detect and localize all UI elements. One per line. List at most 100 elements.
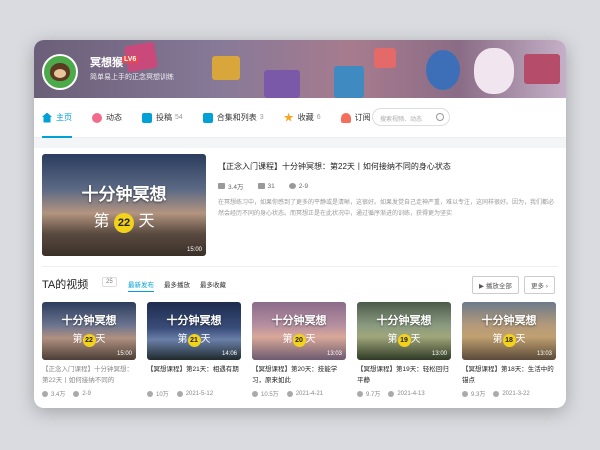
publish-date: 2021-5-12 [176, 389, 214, 398]
home-icon [42, 112, 52, 123]
clock-icon [388, 390, 395, 397]
danmaku-count-value: 31 [267, 182, 275, 190]
tab-uploads[interactable]: 投稿 54 [142, 98, 183, 138]
section-count: 25 [102, 277, 117, 287]
publish-date: 2021-4-13 [388, 389, 425, 398]
video-duration: 15:00 [116, 351, 132, 357]
video-meta: 10万 2021-5-12 [147, 389, 241, 398]
view-count: 3.4万 [218, 181, 244, 191]
featured-thumbnail[interactable]: 十分钟冥想 第 22 天 15:00 [42, 154, 206, 256]
video-meta: 3.4万 2-9 [42, 389, 136, 398]
thumb-suffix: 天 [200, 334, 211, 345]
search-input[interactable]: 搜索视频、动态 [372, 108, 450, 126]
view-count-value: 9.7万 [366, 392, 381, 398]
video-meta: 9.7万 2021-4-13 [357, 389, 451, 398]
heart-icon [340, 112, 351, 123]
video-card[interactable]: 十分钟冥想 第 20 天 13:03 【冥想课程】第20天：技能学习，原来如此 10… [252, 302, 346, 398]
view-count-value: 10万 [156, 392, 169, 398]
view-count: 10.5万 [252, 389, 279, 398]
tab-collections[interactable]: 合集和列表 3 [202, 98, 264, 138]
thumb-prefix: 第 [72, 334, 83, 345]
video-thumbnail[interactable]: 十分钟冥想 第 19 天 13:00 [357, 302, 451, 360]
sort-most-played[interactable]: 最多播放 [164, 279, 190, 289]
thumb-day-number: 19 [397, 334, 411, 347]
tab-subscriptions[interactable]: 订阅 [340, 98, 371, 138]
view-count-value: 9.3万 [471, 392, 486, 398]
view-count: 3.4万 [42, 389, 65, 398]
thumb-day: 第 19 天 [357, 330, 451, 347]
thumb-day-number: 21 [187, 334, 201, 347]
thumb-title: 十分钟冥想 [376, 315, 432, 327]
clock-icon [288, 183, 296, 189]
danmaku-icon [257, 183, 265, 189]
thumb-suffix: 天 [95, 334, 106, 345]
tab-count: 54 [175, 114, 183, 121]
search-icon[interactable] [436, 113, 444, 121]
thumb-suffix: 天 [138, 213, 155, 230]
gift-decoration [524, 54, 560, 84]
username[interactable]: 冥想猴 [90, 54, 123, 70]
featured-title[interactable]: 【正念入门课程】十分钟冥想：第22天丨如何接纳不同的身心状态 [218, 161, 451, 172]
video-duration: 13:00 [431, 351, 447, 357]
thumb-title: 十分钟冥想 [61, 315, 117, 327]
thumb-day: 第 18 天 [462, 330, 556, 347]
thumb-prefix: 第 [387, 334, 398, 345]
gift-decoration [374, 48, 396, 68]
thumb-day: 第 20 天 [252, 330, 346, 347]
video-duration: 15:00 [186, 247, 202, 253]
play-all-label: 播放全部 [485, 283, 512, 290]
tab-home[interactable]: 主页 [42, 98, 72, 138]
tab-count: 6 [316, 114, 321, 121]
sort-most-favorited[interactable]: 最多收藏 [200, 279, 226, 289]
publish-date: 2021-3-22 [493, 389, 530, 398]
video-duration: 13:03 [326, 351, 342, 357]
thumb-day-number: 22 [82, 334, 96, 347]
tab-label: 订阅 [354, 113, 371, 122]
profile-banner: 冥想猴 LV6 简单易上手的正念冥想训练 [34, 40, 566, 98]
publish-date: 2-9 [73, 389, 91, 398]
thumb-day: 第 22 天 [42, 330, 136, 347]
tab-dynamic[interactable]: 动态 [92, 98, 122, 138]
video-thumbnail[interactable]: 十分钟冥想 第 22 天 15:00 [42, 302, 136, 360]
thumb-day-number: 18 [502, 334, 516, 347]
gift-decoration [264, 70, 300, 98]
thumb-day-number: 22 [114, 213, 134, 233]
video-title[interactable]: 【冥想课程】第18天：生活中的锚点 [462, 364, 556, 386]
divider [34, 138, 566, 148]
video-title[interactable]: 【正念入门课程】十分钟冥想：第22天丨如何接纳不同的 [42, 364, 136, 386]
character-decoration [474, 48, 514, 94]
video-card[interactable]: 十分钟冥想 第 22 天 15:00 【正念入门课程】十分钟冥想：第22天丨如何接纳… [42, 302, 136, 398]
tab-favorites[interactable]: 收藏 6 [283, 98, 321, 138]
tab-label: 投稿 [156, 113, 172, 122]
video-thumbnail[interactable]: 十分钟冥想 第 18 天 13:03 [462, 302, 556, 360]
play-icon [252, 390, 258, 397]
video-card[interactable]: 十分钟冥想 第 18 天 13:03 【冥想课程】第18天：生活中的锚点 9.3万 2… [462, 302, 556, 398]
video-title[interactable]: 【冥想课程】第21天：相遇有期 [147, 364, 241, 386]
play-icon [147, 390, 153, 397]
section-title: TA的视频 [42, 279, 89, 291]
video-card[interactable]: 十分钟冥想 第 19 天 13:00 【冥想课程】第19天：轻松回归平静 9.7万 2… [357, 302, 451, 398]
video-thumbnail[interactable]: 十分钟冥想 第 21 天 14:06 [147, 302, 241, 360]
video-card[interactable]: 十分钟冥想 第 21 天 14:06 【冥想课程】第21天：相遇有期 10万 2021… [147, 302, 241, 398]
flower-icon [92, 112, 102, 123]
videos-section-header: TA的视频 25 最新发布 最多播放 最多收藏 ▶ 播放全部 更多 › [42, 266, 558, 294]
video-thumbnail[interactable]: 十分钟冥想 第 20 天 13:03 [252, 302, 346, 360]
sort-latest[interactable]: 最新发布 [128, 279, 154, 292]
thumb-title: 十分钟冥想 [481, 315, 537, 327]
video-duration: 13:03 [536, 351, 552, 357]
view-count: 9.3万 [462, 389, 485, 398]
video-title[interactable]: 【冥想课程】第19天：轻松回归平静 [357, 364, 451, 386]
tab-label: 动态 [106, 113, 122, 122]
publish-date: 2021-4-21 [286, 389, 323, 398]
collection-icon [202, 112, 213, 123]
avatar[interactable] [42, 54, 78, 90]
thumb-prefix: 第 [282, 334, 293, 345]
thumb-title: 十分钟冥想 [271, 315, 327, 327]
character-decoration [426, 50, 460, 90]
publish-date-value: 2021-5-12 [185, 390, 214, 397]
thumb-prefix: 第 [177, 334, 188, 345]
publish-date-value: 2021-3-22 [502, 390, 530, 397]
search-placeholder: 搜索视频、动态 [380, 117, 423, 123]
video-title[interactable]: 【冥想课程】第20天：技能学习，原来如此 [252, 364, 346, 386]
clock-icon [286, 390, 293, 397]
